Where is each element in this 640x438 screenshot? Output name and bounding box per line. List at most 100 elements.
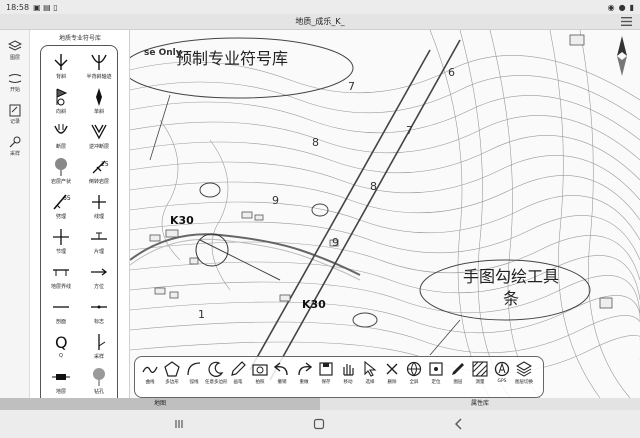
flag-icon <box>56 88 68 106</box>
pencil-icon <box>452 363 464 375</box>
symbol-overturned[interactable]: 25 倒转岩层 <box>80 157 118 191</box>
symbol-section[interactable]: 剖面 <box>42 297 80 331</box>
tab-map[interactable]: 地图 <box>0 398 320 410</box>
q-letter-icon: Q <box>55 333 68 352</box>
curve-icon <box>142 366 158 374</box>
menu-icon[interactable] <box>621 17 632 26</box>
polygon-icon <box>164 361 180 377</box>
symbol-anticline[interactable]: 背斜 <box>42 52 80 86</box>
diamond-icon <box>96 88 102 106</box>
redo-icon <box>298 362 312 376</box>
symbol-borehole[interactable]: 钻孔 <box>80 367 118 401</box>
parcel-number: 6 <box>448 66 455 79</box>
tool-locate[interactable]: 定位 <box>425 361 447 395</box>
sample-icon <box>9 136 21 148</box>
sidebar-item-start[interactable]: 开始 <box>0 70 30 100</box>
symbol-stratum[interactable]: 地层 <box>42 367 80 401</box>
layers-icon <box>516 361 532 377</box>
app-root: { "status": { "time": "18:58" }, "title"… <box>0 0 640 438</box>
symbol-syncline[interactable]: 向斜 <box>42 87 80 121</box>
pin-icon <box>93 368 105 386</box>
tool-redo[interactable]: 重做 <box>293 361 315 395</box>
symbol-schistosity[interactable]: 片理 <box>80 227 118 261</box>
tab-attributes[interactable]: 属性库 <box>320 398 640 410</box>
symbol-monocline[interactable]: 单斜 <box>80 87 118 121</box>
tool-arc[interactable]: 弧线 <box>183 361 205 395</box>
tool-select[interactable]: 选择 <box>359 361 381 395</box>
parcel-number: 8 <box>312 136 319 149</box>
target-icon <box>429 362 443 376</box>
sidebar-item-label: 图层 <box>9 55 20 61</box>
anticline-icon <box>54 54 68 70</box>
fault-icon <box>54 124 68 134</box>
symbol-boundary[interactable]: 地层界线 <box>42 262 80 296</box>
back-icon[interactable] <box>453 418 465 430</box>
symbol-half-anticline[interactable]: 半背斜轴迹 <box>80 52 118 86</box>
symbol-sampling[interactable]: 采样 <box>80 332 118 366</box>
symbol-joint[interactable]: 节理 <box>42 227 80 261</box>
tool-fullscreen[interactable]: 全屏 <box>403 361 425 395</box>
sidebar-item-sample[interactable]: 采样 <box>0 134 30 164</box>
marker-icon <box>91 305 107 309</box>
title-bar: 地质_成乐_K_ <box>0 14 640 30</box>
drawing-toolbar: 曲线 多边形 弧线 任意多边形 画笔 拍照 撤销 重做 保存 移动 选择 删除 … <box>134 356 544 398</box>
map-canvas[interactable]: se Only 预制专业符号库 手图勾绘工具条 7 8 9 1 8 7 9 6 … <box>130 30 640 398</box>
status-time: 18:58 <box>6 2 30 12</box>
balloon-icon <box>55 158 67 176</box>
sidebar-item-layers[interactable]: 图层 <box>0 38 30 68</box>
recent-apps-icon[interactable] <box>173 418 185 430</box>
panel-title: 地质专业符号库 <box>58 35 101 42</box>
cleavage-icon: 65 <box>53 194 71 210</box>
tool-delete[interactable]: 删除 <box>381 361 403 395</box>
symbol-lineation[interactable]: 线理 <box>80 192 118 226</box>
svg-text:25: 25 <box>101 161 109 168</box>
k-marker: K30 <box>302 298 326 311</box>
tool-pen[interactable]: 画笔 <box>227 361 249 395</box>
callout-symbol-library: 预制专业符号库 <box>176 49 289 68</box>
moon-icon <box>208 361 224 377</box>
symbol-q[interactable]: Q Q <box>42 332 80 366</box>
tool-layer-switch[interactable]: 图层切换 <box>513 361 535 395</box>
location-icon: ● <box>618 2 626 12</box>
system-nav-bar <box>0 410 640 438</box>
left-toolbar: 图层 开始 记录 采样 <box>0 30 30 398</box>
tool-save[interactable]: 保存 <box>315 361 337 395</box>
symbol-bedding[interactable]: 岩层产状 <box>42 157 80 191</box>
hand-icon <box>343 364 354 376</box>
parcel-number: 8 <box>370 180 377 193</box>
tool-gps[interactable]: GPS <box>491 361 513 395</box>
thrust-fault-icon <box>91 124 107 140</box>
symbol-cleavage[interactable]: 65 劈理 <box>42 192 80 226</box>
symbol-azimuth[interactable]: 方位 <box>80 262 118 296</box>
symbol-thrust-fault[interactable]: 逆冲断层 <box>80 122 118 156</box>
tool-camera[interactable]: 拍照 <box>249 361 271 395</box>
svg-text:Q: Q <box>55 333 68 352</box>
close-icon <box>386 363 398 375</box>
pen-icon <box>231 361 246 376</box>
topographic-map <box>130 30 640 398</box>
bottom-tabs: 地图 属性库 <box>0 398 640 410</box>
layers-icon <box>8 40 22 51</box>
joint-icon <box>53 229 69 245</box>
tool-pan[interactable]: 移动 <box>337 361 359 395</box>
parcel-number: 7 <box>348 80 355 93</box>
svg-text:65: 65 <box>63 195 71 202</box>
home-icon[interactable] <box>313 418 325 430</box>
sidebar-item-label: 开始 <box>9 87 20 93</box>
symbol-marker[interactable]: 标志 <box>80 297 118 331</box>
cross-icon <box>92 195 106 209</box>
parcel-number: 7 <box>406 124 413 137</box>
half-anticline-icon <box>91 54 107 70</box>
tool-polygon[interactable]: 多边形 <box>161 361 183 395</box>
tool-layer-draw[interactable]: 图层 <box>447 361 469 395</box>
tool-curve[interactable]: 曲线 <box>139 361 161 395</box>
window-title: 地质_成乐_K_ <box>295 17 345 26</box>
tool-undo[interactable]: 撤销 <box>271 361 293 395</box>
wifi-icon: ◉ <box>607 2 615 12</box>
sidebar-item-record[interactable]: 记录 <box>0 102 30 132</box>
symbol-fault[interactable]: 断层 <box>42 122 80 156</box>
tool-measure[interactable]: 测量 <box>469 361 491 395</box>
tool-freehand-polygon[interactable]: 任意多边形 <box>205 361 228 395</box>
k-marker: K30 <box>170 214 194 227</box>
battery-icon: ▮ <box>629 2 634 12</box>
